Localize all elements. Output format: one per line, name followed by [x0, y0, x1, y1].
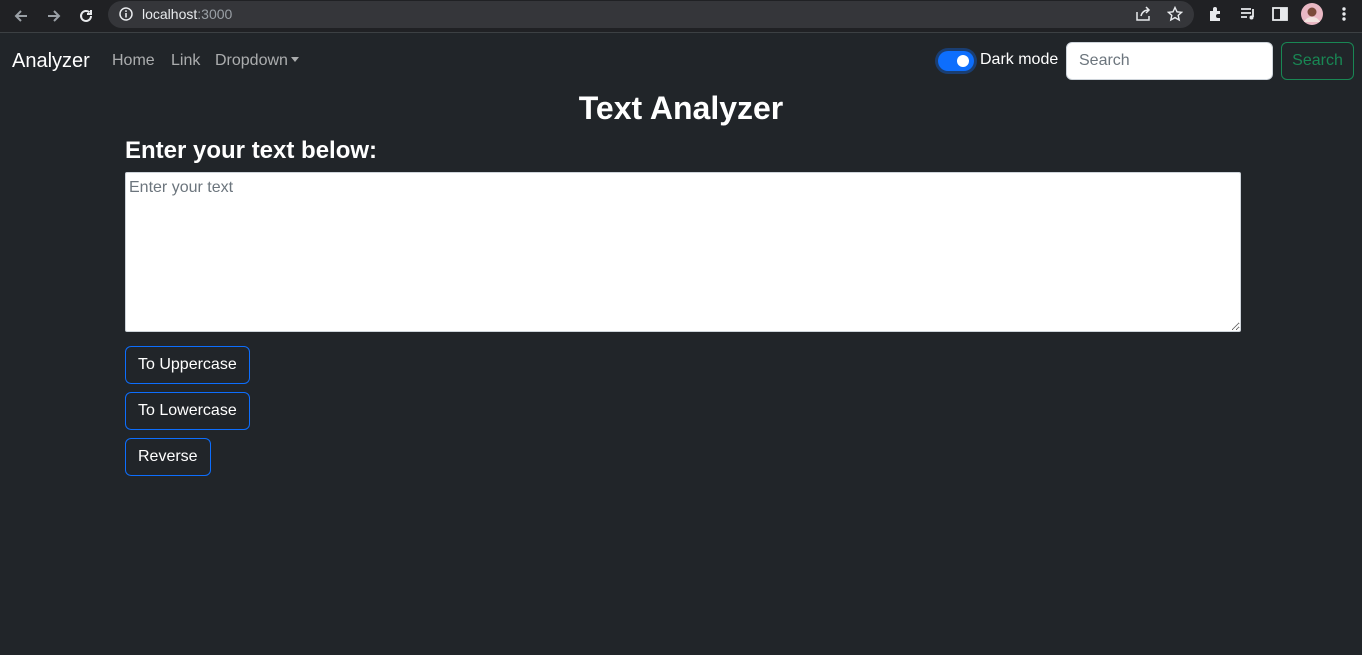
- nav-link-home[interactable]: Home: [112, 52, 155, 70]
- profile-avatar[interactable]: [1301, 3, 1323, 30]
- nav-dropdown-label: Dropdown: [215, 52, 288, 69]
- navbar-brand[interactable]: Analyzer: [12, 50, 90, 73]
- menu-icon[interactable]: [1337, 5, 1351, 28]
- reverse-button[interactable]: Reverse: [125, 438, 211, 476]
- uppercase-button[interactable]: To Uppercase: [125, 346, 250, 384]
- text-input-area[interactable]: [125, 172, 1241, 332]
- url-port: :3000: [197, 6, 233, 22]
- address-bar[interactable]: localhost:3000: [108, 1, 1194, 28]
- reload-icon[interactable]: [75, 5, 97, 27]
- search-button[interactable]: Search: [1281, 42, 1354, 80]
- back-arrow-icon[interactable]: [10, 5, 32, 27]
- page-title: Text Analyzer: [578, 90, 784, 126]
- navbar: Analyzer Home Link Dropdown Dark mode Se…: [0, 33, 1362, 89]
- media-icon[interactable]: [1239, 5, 1257, 28]
- url-text: localhost:3000: [142, 6, 232, 22]
- lowercase-button[interactable]: To Lowercase: [125, 392, 250, 430]
- share-icon[interactable]: [1135, 6, 1153, 27]
- url-host: localhost: [142, 6, 198, 22]
- browser-toolbar: localhost:3000: [0, 0, 1362, 33]
- side-panel-icon[interactable]: [1271, 5, 1289, 28]
- section-heading: Enter your text below:: [125, 137, 378, 164]
- caret-down-icon: [290, 57, 299, 62]
- search-input[interactable]: [1066, 42, 1273, 80]
- star-icon[interactable]: [1166, 5, 1184, 27]
- dark-mode-toggle[interactable]: [938, 51, 974, 71]
- nav-link-link[interactable]: Link: [171, 52, 200, 70]
- nav-dropdown[interactable]: Dropdown: [215, 52, 299, 70]
- dark-mode-label: Dark mode: [980, 51, 1059, 68]
- info-icon[interactable]: [119, 7, 133, 26]
- toggle-knob: [957, 55, 969, 67]
- extensions-icon[interactable]: [1207, 5, 1225, 28]
- forward-arrow-icon[interactable]: [43, 5, 65, 27]
